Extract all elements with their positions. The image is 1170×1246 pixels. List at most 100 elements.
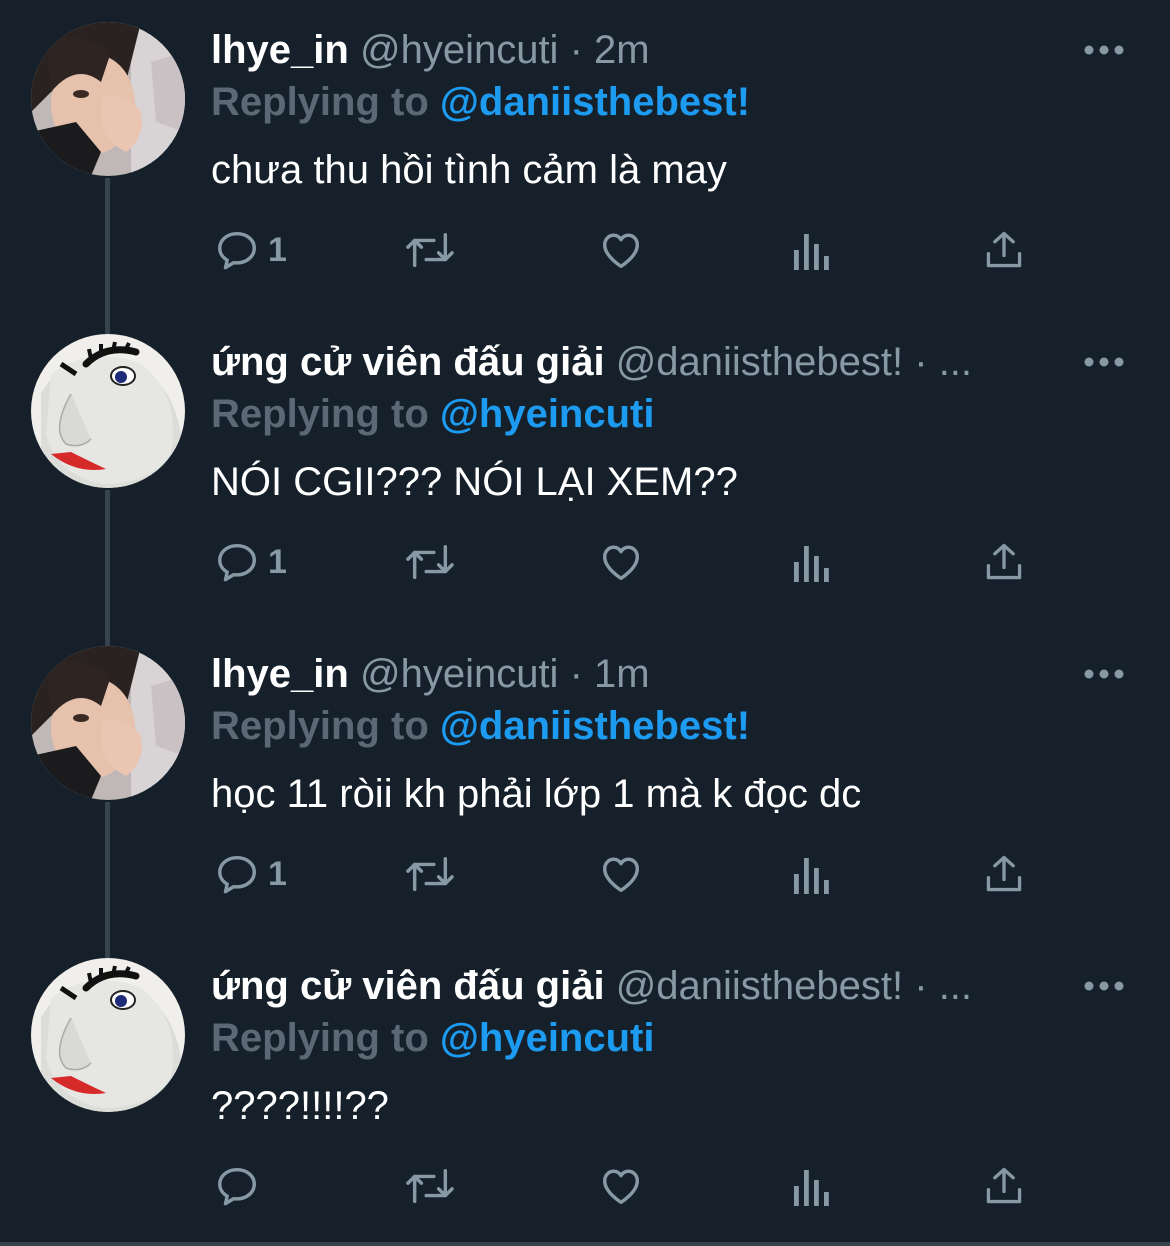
conversation-thread: lhye_in @hyeincuti · 2m Replying to @dan… <box>0 0 1170 1246</box>
user-handle[interactable]: @daniisthebest! <box>616 340 903 384</box>
like-button[interactable] <box>597 210 645 290</box>
more-button[interactable] <box>1082 342 1126 382</box>
tweet-text: học 11 ròii kh phải lớp 1 mà k đọc dc <box>211 772 862 816</box>
avatar[interactable] <box>31 334 185 488</box>
reply-button[interactable]: 1 <box>214 522 287 602</box>
avatar[interactable] <box>31 22 185 176</box>
timestamp[interactable]: · 1m <box>558 652 650 696</box>
analytics-icon <box>794 858 829 894</box>
reply-count: 1 <box>268 543 287 581</box>
avatar[interactable] <box>31 646 185 800</box>
reply-button[interactable]: 1 <box>214 834 287 914</box>
tweet-text: NÓI CGII??? NÓI LẠI XEM?? <box>211 460 738 504</box>
cartoon-face-avatar-image <box>31 334 185 488</box>
replying-prefix: Replying to <box>211 704 440 748</box>
tweet[interactable]: ứng cử viên đấu giải @daniisthebest! · .… <box>0 936 1170 1246</box>
user-handle[interactable]: @hyeincuti <box>360 652 558 696</box>
photo-avatar-image <box>31 646 185 800</box>
mention-link[interactable]: @daniisthebest! <box>440 80 750 124</box>
more-icon <box>1084 357 1124 367</box>
replying-to-line: Replying to @hyeincuti <box>211 388 654 440</box>
timestamp[interactable]: · 2m <box>558 28 650 72</box>
analytics-button[interactable] <box>792 834 832 914</box>
analytics-icon <box>794 234 829 270</box>
tweet-actions: 1 <box>0 210 1170 290</box>
replying-to-line: Replying to @daniisthebest! <box>211 700 750 752</box>
like-button[interactable] <box>597 1146 645 1226</box>
tweet[interactable]: lhye_in @hyeincuti · 2m Replying to @dan… <box>0 0 1170 312</box>
reply-icon <box>218 855 256 894</box>
tweet-text: chưa thu hồi tình cảm là may <box>211 148 727 192</box>
like-icon <box>602 1169 640 1205</box>
tweet-header: ứng cử viên đấu giải @daniisthebest! · .… <box>211 336 1020 388</box>
avatar[interactable] <box>31 958 185 1112</box>
share-icon <box>986 855 1022 892</box>
more-icon <box>1084 669 1124 679</box>
like-icon <box>602 545 640 581</box>
like-button[interactable] <box>597 522 645 602</box>
tweet[interactable]: lhye_in @hyeincuti · 1m Replying to @dan… <box>0 624 1170 936</box>
more-button[interactable] <box>1082 966 1126 1006</box>
user-handle[interactable]: @hyeincuti <box>360 28 558 72</box>
tweet[interactable]: ứng cử viên đấu giải @daniisthebest! · .… <box>0 312 1170 624</box>
photo-avatar-image <box>31 22 185 176</box>
tweet-header: lhye_in @hyeincuti · 2m <box>211 24 1020 76</box>
tweet-actions: 1 <box>0 834 1170 914</box>
timestamp[interactable]: · ... <box>903 964 972 1008</box>
tweet-text: ????!!!!?? <box>211 1084 389 1128</box>
retweet-button[interactable] <box>402 834 458 914</box>
share-button[interactable] <box>982 834 1026 914</box>
display-name[interactable]: ứng cử viên đấu giải <box>211 964 605 1008</box>
reply-button[interactable] <box>214 1146 268 1226</box>
analytics-icon <box>794 1170 829 1206</box>
replying-prefix: Replying to <box>211 1016 440 1060</box>
more-button[interactable] <box>1082 30 1126 70</box>
reply-icon <box>218 543 256 582</box>
display-name[interactable]: ứng cử viên đấu giải <box>211 340 605 384</box>
share-button[interactable] <box>982 210 1026 290</box>
user-handle[interactable]: @daniisthebest! <box>616 964 903 1008</box>
replying-prefix: Replying to <box>211 80 440 124</box>
retweet-button[interactable] <box>402 522 458 602</box>
replying-prefix: Replying to <box>211 392 440 436</box>
retweet-icon <box>406 856 454 892</box>
more-icon <box>1084 981 1124 991</box>
mention-link[interactable]: @hyeincuti <box>440 392 655 436</box>
reply-icon <box>218 231 256 270</box>
mention-link[interactable]: @daniisthebest! <box>440 704 750 748</box>
tweet-header: ứng cử viên đấu giải @daniisthebest! · .… <box>211 960 1020 1012</box>
like-icon <box>602 233 640 269</box>
retweet-button[interactable] <box>402 1146 458 1226</box>
analytics-button[interactable] <box>792 1146 832 1226</box>
share-icon <box>986 231 1022 268</box>
reply-icon <box>218 1167 256 1206</box>
display-name[interactable]: lhye_in <box>211 28 349 72</box>
replying-to-line: Replying to @hyeincuti <box>211 1012 654 1064</box>
share-icon <box>986 1167 1022 1204</box>
share-button[interactable] <box>982 1146 1026 1226</box>
cartoon-face-avatar-image <box>31 958 185 1112</box>
retweet-icon <box>406 544 454 580</box>
more-icon <box>1084 45 1124 55</box>
mention-link[interactable]: @hyeincuti <box>440 1016 655 1060</box>
analytics-button[interactable] <box>792 522 832 602</box>
analytics-button[interactable] <box>792 210 832 290</box>
reply-count: 1 <box>268 855 287 893</box>
like-icon <box>602 857 640 893</box>
share-button[interactable] <box>982 522 1026 602</box>
retweet-icon <box>406 1168 454 1204</box>
tweet-actions: 1 <box>0 522 1170 602</box>
tweet-header: lhye_in @hyeincuti · 1m <box>211 648 1020 700</box>
analytics-icon <box>794 546 829 582</box>
tweet-actions <box>0 1146 1170 1226</box>
more-button[interactable] <box>1082 654 1126 694</box>
share-icon <box>986 543 1022 580</box>
timestamp[interactable]: · ... <box>903 340 972 384</box>
reply-button[interactable]: 1 <box>214 210 287 290</box>
display-name[interactable]: lhye_in <box>211 652 349 696</box>
retweet-icon <box>406 232 454 268</box>
replying-to-line: Replying to @daniisthebest! <box>211 76 750 128</box>
bottom-divider <box>0 1242 1170 1246</box>
retweet-button[interactable] <box>402 210 458 290</box>
like-button[interactable] <box>597 834 645 914</box>
